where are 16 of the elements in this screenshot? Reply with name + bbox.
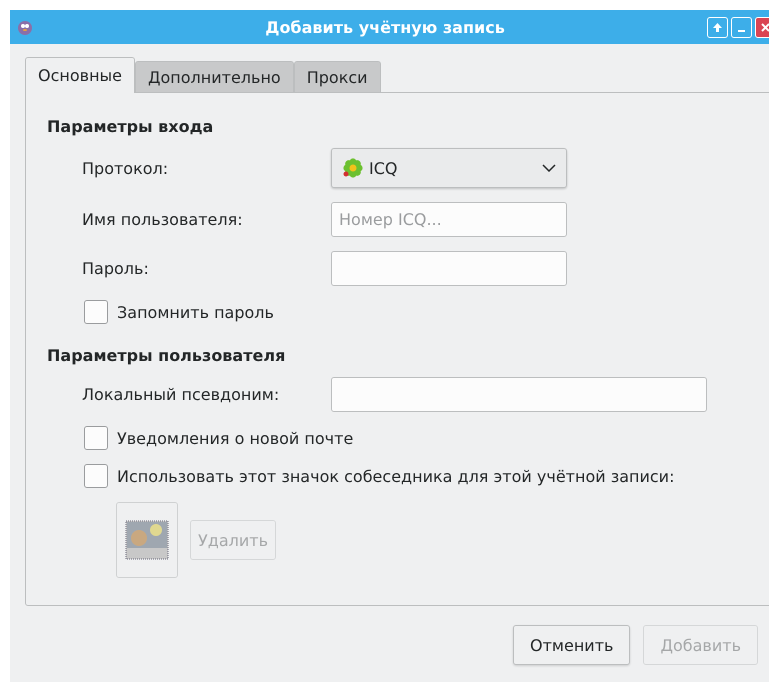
checkbox-label: Запомнить пароль	[117, 302, 274, 322]
tab[interactable]: Основные	[25, 57, 136, 93]
field-label: Протокол:	[82, 158, 170, 178]
field-label: Пароль:	[82, 259, 150, 278]
tab[interactable]: Прокси	[294, 61, 381, 92]
section-title: Параметры входа	[47, 117, 214, 136]
field-label: Локальный псевдоним:	[82, 385, 280, 404]
tab[interactable]: Дополнительно	[135, 61, 294, 92]
checkbox-label: Уведомления о новой почте	[117, 428, 354, 448]
section-title: Параметры пользователя	[47, 346, 286, 365]
window-title: Добавить учётную запись	[264, 18, 506, 36]
field-label: Имя пользователя:	[82, 210, 244, 229]
protocol-dropdown[interactable]: ICQ	[331, 148, 567, 188]
text-field[interactable]: Номер ICQ...	[331, 202, 567, 237]
dialog-button[interactable]: Отменить	[513, 625, 630, 665]
checkbox-label: Использовать этот значок собеседника для этой учётной записи:	[117, 466, 674, 486]
